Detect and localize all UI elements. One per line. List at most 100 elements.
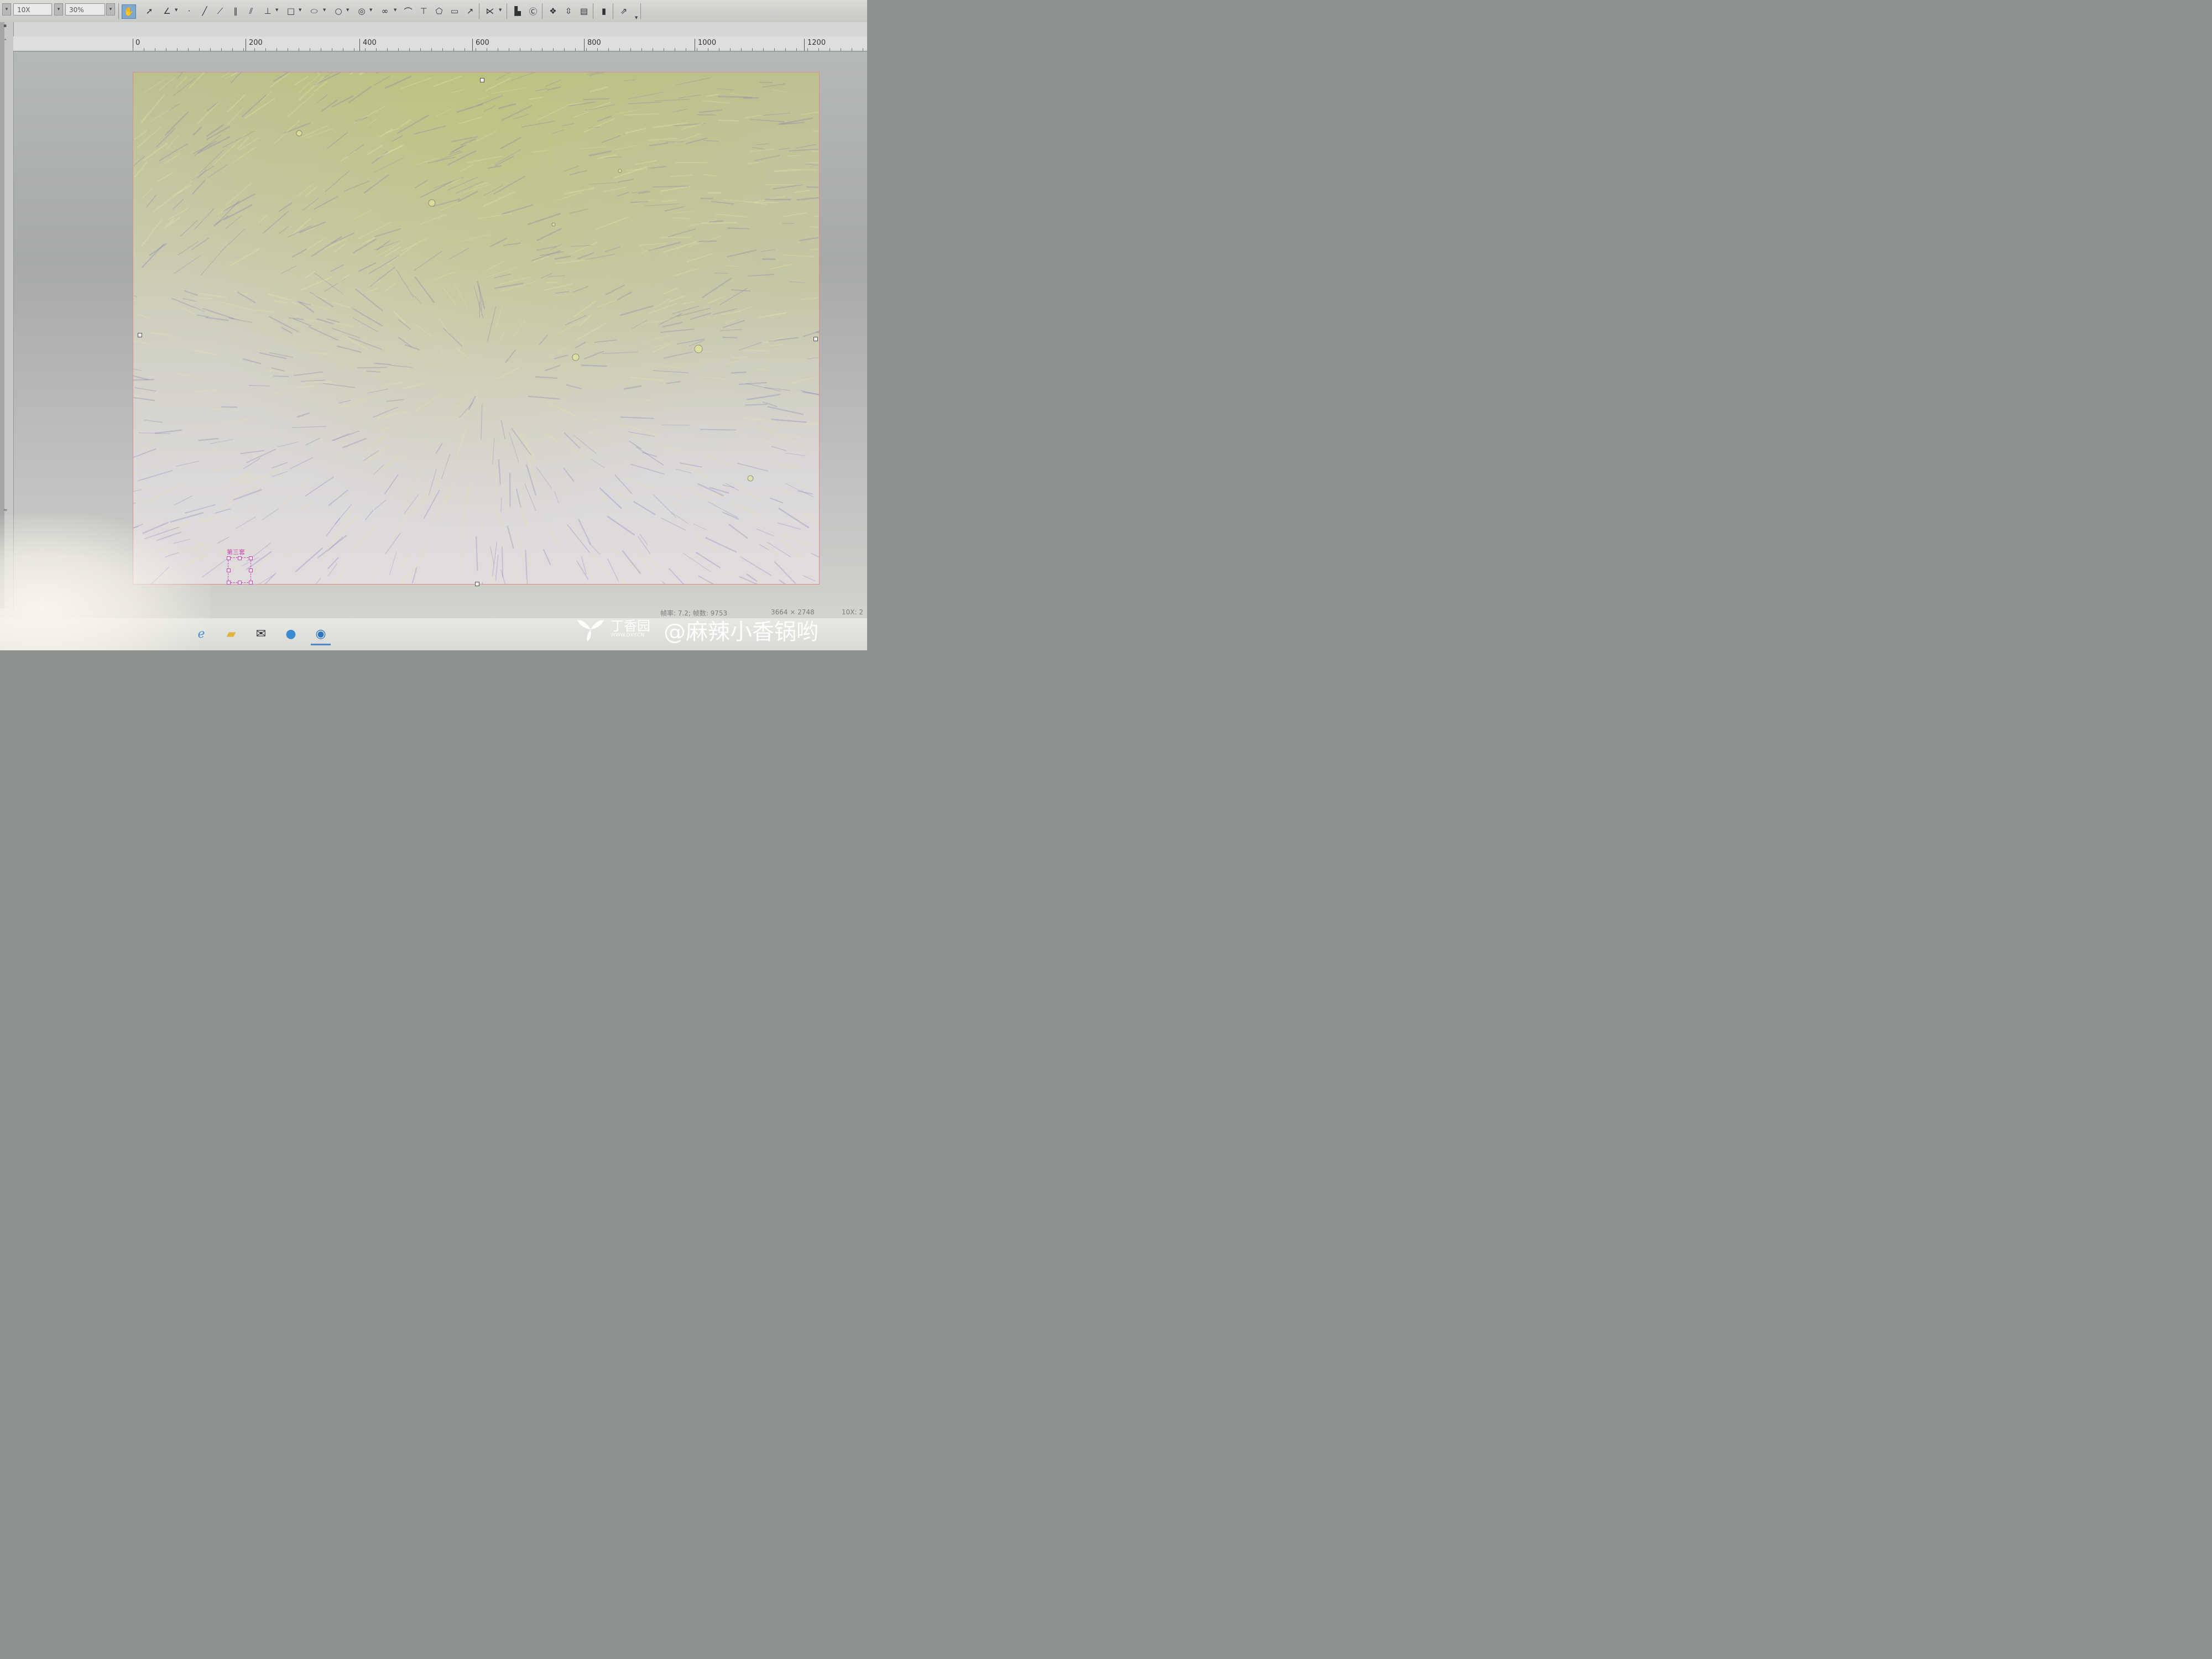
cell-streak (607, 516, 635, 536)
linked-circles-caret-icon[interactable]: ▼ (394, 8, 397, 12)
text-tool-icon[interactable]: ⊤ (417, 4, 430, 18)
canvas-resize-handle-left[interactable] (138, 333, 142, 337)
cell-streak (133, 502, 136, 504)
save-icon[interactable]: ▮ (597, 4, 611, 18)
cell-streak (365, 510, 374, 520)
select-arrow-icon[interactable]: ➚ (143, 4, 156, 18)
scale-bar-tool-icon[interactable]: ▭ (448, 4, 461, 18)
cell-streak (528, 395, 560, 400)
annotation-label[interactable]: 第三套 (227, 547, 245, 556)
cell-streak (142, 438, 163, 448)
cell-streak (485, 77, 512, 91)
circle-caret-icon[interactable]: ▼ (346, 8, 349, 12)
annotation-handle[interactable] (227, 568, 231, 572)
microscope-app-icon[interactable]: ◉ (311, 624, 331, 645)
watermark: 丁香园 WWW.DXY.CN @麻辣小香锅哟 (575, 611, 867, 646)
export-caret-icon[interactable]: ▼ (635, 15, 638, 20)
zoom-select[interactable]: 30% (65, 3, 105, 15)
cell-streak (789, 148, 819, 152)
ellipse-caret-icon[interactable]: ▼ (323, 8, 326, 12)
annotation-handle[interactable] (227, 556, 231, 560)
cell-streak (750, 119, 785, 123)
camera-software-icon[interactable]: ● (281, 624, 301, 644)
objective-dropdown-button[interactable]: ▾ (2, 3, 11, 15)
cell-streak (799, 237, 819, 242)
perpendicular-tool-icon[interactable]: ⊥ (261, 4, 274, 18)
color-tool-icon[interactable]: Ⓒ (526, 4, 540, 18)
perpendicular-caret-icon[interactable]: ▼ (275, 8, 278, 12)
canvas-resize-handle-right[interactable] (813, 337, 818, 341)
concentric-caret-icon[interactable]: ▼ (369, 8, 372, 12)
canvas-resize-handle-bottom[interactable] (475, 582, 479, 586)
rectangle-tool-icon[interactable]: □ (284, 4, 298, 18)
annotation-handle[interactable] (249, 568, 253, 572)
annotation-handle[interactable] (249, 556, 253, 560)
toolbar: ▾ 10X ▾ 30% ▾ ✋ ➚ ∠ ▼ · ╱ ⟋ ∥ ⫽ ⊥ ▼ □ ▼ … (0, 0, 867, 23)
cell-streak (628, 91, 664, 100)
cell-streak (630, 463, 665, 474)
circle-tool-icon[interactable]: ○ (332, 4, 345, 18)
objective-select[interactable]: 10X (13, 3, 52, 15)
cell-streak (191, 349, 218, 356)
cell-streak (585, 104, 615, 111)
cell-streak (703, 140, 719, 142)
calibrate-caret-icon[interactable]: ▼ (499, 8, 502, 12)
file-explorer-icon[interactable]: ▰ (221, 624, 241, 644)
histogram-icon[interactable]: ▙ (511, 4, 524, 18)
cell-streak (500, 137, 522, 149)
annotation-handle[interactable] (238, 556, 242, 560)
parallel-lines-tool-icon[interactable]: ∥ (229, 4, 242, 18)
cell-streak (750, 148, 774, 152)
cell-streak (731, 289, 751, 292)
arrow-tool-icon[interactable]: ↗ (463, 4, 477, 18)
cell-streak (686, 253, 712, 263)
mail-icon[interactable]: ✉ (251, 624, 271, 644)
cell-streak (740, 557, 772, 576)
document-icon[interactable]: ▤ (577, 4, 591, 18)
zoom-dropdown-left-button[interactable]: ▾ (54, 3, 63, 15)
cell-streak (326, 517, 341, 537)
panel-collapse-icon[interactable]: ≈ (3, 508, 8, 513)
cell-streak (586, 562, 593, 580)
pan-hand-icon[interactable]: ✋ (122, 4, 136, 19)
cell-streak (566, 384, 582, 389)
text-annotation[interactable]: 第三套 (227, 547, 253, 585)
multi-parallel-tool-icon[interactable]: ⫽ (244, 4, 258, 18)
floating-cell (296, 130, 302, 137)
angle-tool-caret-icon[interactable]: ▼ (175, 8, 178, 12)
export-icon[interactable]: ⇗ (617, 4, 630, 18)
cell-streak (758, 344, 783, 347)
calibrate-tool-icon[interactable]: ⋉ (483, 4, 497, 18)
angle-tool-icon[interactable]: ∠ (160, 4, 174, 18)
cell-streak (580, 146, 607, 149)
canvas-resize-handle-top[interactable] (480, 78, 484, 82)
cell-streak (723, 320, 745, 328)
annotation-handle[interactable] (227, 581, 231, 585)
annotation-handle[interactable] (238, 581, 242, 585)
zoom-dropdown-button[interactable]: ▾ (106, 3, 115, 15)
cell-streak (392, 135, 403, 142)
polyline-tool-icon[interactable]: ⟋ (213, 4, 227, 18)
panel-collapse-up-icon[interactable]: ⌃ (3, 39, 8, 44)
polygon-tool-icon[interactable]: ⬠ (432, 4, 446, 18)
cell-streak (641, 244, 666, 253)
layers-icon[interactable]: ❖ (546, 4, 560, 18)
cell-streak (358, 262, 377, 272)
line-tool-icon[interactable]: ╱ (198, 4, 211, 18)
ellipse-tool-icon[interactable]: ⬭ (307, 4, 321, 18)
cell-streak (503, 242, 521, 246)
panel-handle-icon[interactable]: ▪ (3, 23, 7, 29)
arc-tool-icon[interactable]: ⌒ (401, 4, 415, 18)
cell-streak (442, 286, 457, 306)
align-icon[interactable]: ⇳ (562, 4, 575, 18)
microscope-image-canvas[interactable] (133, 72, 820, 585)
annotation-selection-box[interactable] (228, 557, 251, 583)
cell-streak (744, 404, 768, 406)
annotation-handle[interactable] (249, 581, 253, 585)
linked-circles-tool-icon[interactable]: ∞ (378, 4, 392, 18)
point-tool-icon[interactable]: · (182, 4, 196, 18)
cell-streak (413, 294, 422, 304)
rectangle-caret-icon[interactable]: ▼ (299, 8, 301, 12)
cell-streak (140, 95, 165, 123)
concentric-circle-tool-icon[interactable]: ◎ (355, 4, 368, 18)
